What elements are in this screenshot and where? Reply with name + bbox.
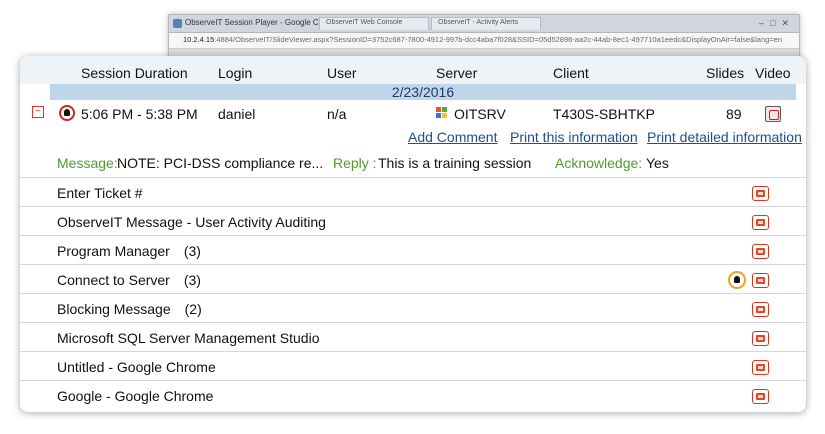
acknowledge-label: Acknowledge: xyxy=(555,155,643,171)
col-server: Server xyxy=(436,65,478,81)
activity-row[interactable]: Blocking Message (2) xyxy=(20,293,806,323)
play-recording-icon[interactable] xyxy=(752,186,769,201)
url-path: :4884/ObserveIT/SlideViewer.aspx?Session… xyxy=(214,35,783,44)
activity-label: Enter Ticket # xyxy=(57,185,143,201)
session-server: OITSRV xyxy=(454,106,506,122)
collapse-button[interactable]: − xyxy=(32,106,44,118)
reply-label: Reply : xyxy=(333,155,377,171)
reply-text: This is a training session xyxy=(378,155,532,171)
play-recording-icon[interactable] xyxy=(752,302,769,317)
play-recording-icon[interactable] xyxy=(752,244,769,259)
play-recording-icon[interactable] xyxy=(752,360,769,375)
col-session-duration: Session Duration xyxy=(81,65,188,81)
browser-titlebar: ObserveIT Session Player - Google Chrome… xyxy=(169,15,799,33)
session-login: daniel xyxy=(218,106,256,122)
browser-tab-1[interactable]: ObserveIT Web Console xyxy=(319,17,429,30)
table-header: Session Duration Login User Server Clien… xyxy=(20,56,806,84)
activity-label: Program Manager (3) xyxy=(57,243,201,259)
date-group-header: 2/23/2016 xyxy=(50,84,796,100)
activity-row[interactable]: Google - Google Chrome xyxy=(20,380,806,410)
activity-row[interactable]: Enter Ticket # xyxy=(20,177,806,207)
col-client: Client xyxy=(553,65,589,81)
message-label: Message: xyxy=(57,155,118,171)
window-controls[interactable]: –□✕ xyxy=(759,18,795,29)
activity-label: ObserveIT Message - User Activity Auditi… xyxy=(57,214,326,230)
address-bar[interactable]: 10.2.4.15:4884/ObserveIT/SlideViewer.asp… xyxy=(169,33,799,49)
session-user: n/a xyxy=(327,106,347,122)
add-comment-link[interactable]: Add Comment xyxy=(408,129,497,145)
activity-row[interactable]: Microsoft SQL Server Management Studio xyxy=(20,322,806,352)
print-detailed-link[interactable]: Print detailed information xyxy=(647,129,802,145)
activity-row[interactable]: Untitled - Google Chrome xyxy=(20,351,806,381)
alert-bell-icon[interactable] xyxy=(59,105,75,121)
activity-label: Blocking Message (2) xyxy=(57,301,202,317)
activity-row[interactable]: Connect to Server (3) xyxy=(20,264,806,294)
activity-row[interactable]: Program Manager (3) xyxy=(20,235,806,265)
url-host: 10.2.4.15 xyxy=(183,35,215,44)
message-text[interactable]: NOTE: PCI-DSS compliance re... xyxy=(117,155,323,171)
url-text: 10.2.4.15:4884/ObserveIT/SlideViewer.asp… xyxy=(183,35,782,44)
app-icon xyxy=(173,19,182,28)
browser-tab-2[interactable]: ObserveIT - Activity Alerts xyxy=(431,17,541,30)
activity-label: Untitled - Google Chrome xyxy=(57,359,216,375)
col-login: Login xyxy=(218,65,253,81)
play-recording-icon[interactable] xyxy=(752,273,769,288)
session-client: T430S-SBHTKP xyxy=(553,106,655,122)
bell-glyph xyxy=(64,109,70,116)
activity-row[interactable]: ObserveIT Message - User Activity Auditi… xyxy=(20,206,806,236)
windows-logo-icon xyxy=(436,107,447,118)
alert-bell-icon[interactable] xyxy=(728,271,746,289)
col-video: Video xyxy=(755,65,791,81)
col-slides: Slides xyxy=(706,65,745,81)
col-user: User xyxy=(327,65,357,81)
session-slides: 89 xyxy=(726,106,742,122)
browser-title: ObserveIT Session Player - Google Chrome xyxy=(185,18,342,27)
print-info-link[interactable]: Print this information xyxy=(510,129,638,145)
bell-glyph xyxy=(734,276,740,283)
activity-label: Microsoft SQL Server Management Studio xyxy=(57,330,320,346)
video-player-icon[interactable] xyxy=(765,106,781,122)
session-card: Session Duration Login User Server Clien… xyxy=(20,56,806,412)
play-recording-icon[interactable] xyxy=(752,331,769,346)
session-duration: 5:06 PM - 5:38 PM xyxy=(81,106,198,122)
activity-label: Connect to Server (3) xyxy=(57,272,201,288)
play-recording-icon[interactable] xyxy=(752,215,769,230)
activity-label: Google - Google Chrome xyxy=(57,388,214,404)
acknowledge-text: Yes xyxy=(646,155,669,171)
play-recording-icon[interactable] xyxy=(752,389,769,404)
